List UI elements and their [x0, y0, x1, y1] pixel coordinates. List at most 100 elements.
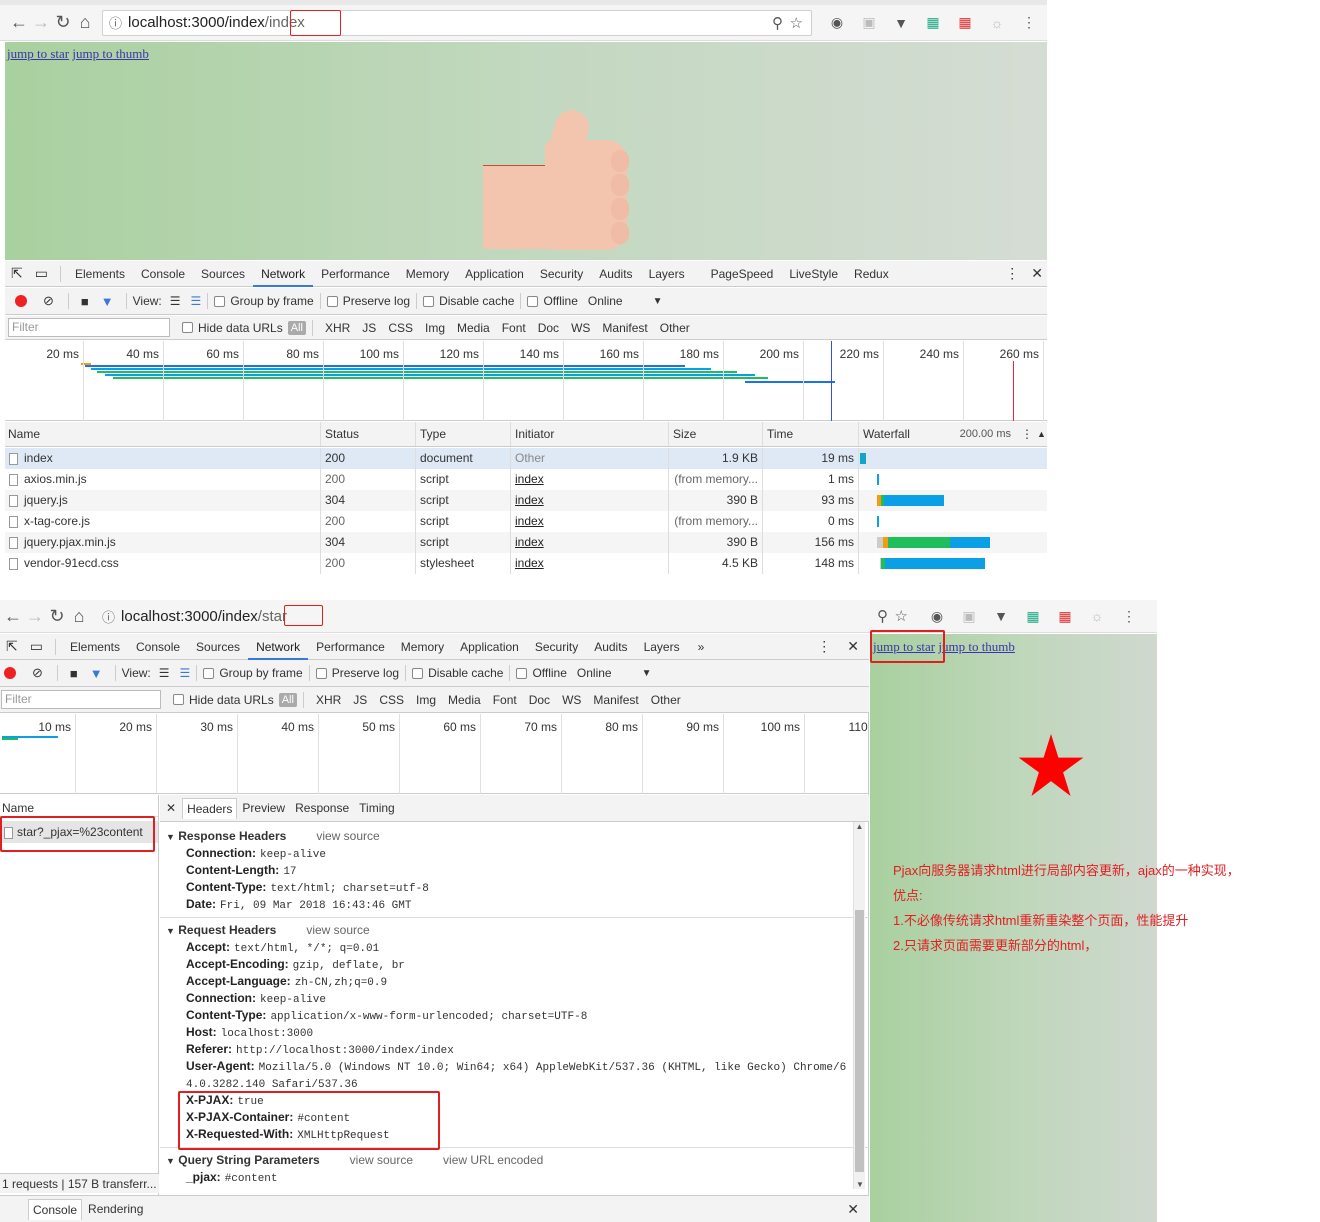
info-icon[interactable]: ⓘ: [109, 13, 122, 32]
throttle-select[interactable]: Online: [588, 294, 623, 308]
hide-data-urls-checkbox[interactable]: [173, 694, 184, 705]
query-string-section[interactable]: ▼ Query String Parameters view source view…: [166, 1152, 869, 1169]
reload-icon[interactable]: ↻: [52, 12, 74, 34]
filter-img[interactable]: Img: [410, 693, 442, 707]
filter-doc[interactable]: Doc: [523, 693, 556, 707]
home-icon[interactable]: ⌂: [68, 605, 90, 627]
close-icon[interactable]: ✕: [847, 1201, 869, 1218]
tab-response[interactable]: Response: [290, 801, 354, 815]
tab-network[interactable]: Network: [248, 634, 309, 660]
tab-sources[interactable]: Sources: [193, 261, 253, 287]
sort-up-icon[interactable]: ▲: [1037, 422, 1046, 446]
filter-js[interactable]: JS: [356, 321, 382, 335]
info-icon[interactable]: ⓘ: [102, 607, 115, 626]
tab-memory[interactable]: Memory: [393, 634, 452, 660]
extension-icon[interactable]: ▦: [956, 14, 974, 32]
col-time[interactable]: Time: [763, 422, 859, 446]
waterfall-view-icon[interactable]: ☰: [191, 294, 202, 308]
list-view-icon[interactable]: ☰: [170, 294, 181, 308]
camera-icon[interactable]: ■: [70, 666, 78, 681]
close-icon[interactable]: ✕: [1027, 265, 1047, 282]
cell-initiator[interactable]: index: [511, 511, 669, 532]
col-size[interactable]: Size: [669, 422, 763, 446]
jump-to-star-link[interactable]: jump to star: [7, 46, 69, 61]
filter-icon[interactable]: ▼: [90, 666, 103, 681]
close-icon[interactable]: ✕: [841, 638, 869, 655]
jump-to-thumb-link[interactable]: jump to thumb: [72, 46, 149, 61]
filter-all[interactable]: All: [287, 320, 306, 335]
col-status[interactable]: Status: [321, 422, 416, 446]
extension-icon[interactable]: ▦: [924, 14, 942, 32]
clear-icon[interactable]: ⊘: [32, 665, 43, 681]
jump-to-thumb-link[interactable]: jump to thumb: [938, 639, 1015, 654]
more-tabs-icon[interactable]: »: [688, 640, 715, 654]
forward-icon[interactable]: →: [30, 12, 52, 34]
record-icon[interactable]: [15, 295, 27, 307]
address-bar[interactable]: ⓘ localhost:3000/index/star ⚲ ☆: [96, 603, 916, 629]
request-headers-section[interactable]: ▼ Request Headers view source: [166, 922, 869, 939]
vue-devtools-icon[interactable]: ▼: [892, 14, 910, 32]
tab-redux[interactable]: Redux: [846, 261, 897, 287]
filter-css[interactable]: CSS: [382, 321, 419, 335]
network-overview[interactable]: 10 ms 20 ms 30 ms 40 ms 50 ms 60 ms 70 ms 80 ms…: [0, 714, 886, 794]
table-row[interactable]: axios.min.js 200 script index (from memory..…: [5, 469, 1047, 490]
tab-elements[interactable]: Elements: [62, 634, 128, 660]
filter-other[interactable]: Other: [654, 321, 696, 335]
tab-audits[interactable]: Audits: [586, 634, 635, 660]
extension-icon[interactable]: ▦: [1056, 607, 1074, 625]
scrollbar-thumb[interactable]: [855, 910, 864, 1172]
bookmark-star-icon[interactable]: ☆: [895, 607, 908, 625]
col-type[interactable]: Type: [416, 422, 511, 446]
view-url-encoded-link[interactable]: view URL encoded: [443, 1153, 543, 1167]
tab-pagespeed[interactable]: PageSpeed: [703, 261, 782, 287]
group-by-frame-checkbox[interactable]: [203, 667, 215, 679]
list-view-icon[interactable]: ☰: [159, 666, 170, 680]
view-source-link[interactable]: view source: [316, 829, 379, 843]
tab-network[interactable]: Network: [253, 261, 314, 287]
extension-icon[interactable]: ◉: [828, 14, 846, 32]
cell-initiator[interactable]: index: [511, 532, 669, 553]
filter-manifest[interactable]: Manifest: [596, 321, 653, 335]
filter-icon[interactable]: ▼: [101, 294, 114, 309]
view-source-link[interactable]: view source: [350, 1153, 413, 1167]
tab-performance[interactable]: Performance: [313, 261, 398, 287]
tab-elements[interactable]: Elements: [67, 261, 133, 287]
menu-dots-icon[interactable]: ⋮: [1020, 14, 1038, 32]
tab-layers[interactable]: Layers: [636, 634, 688, 660]
filter-font[interactable]: Font: [487, 693, 523, 707]
scrollbar[interactable]: ▲ ▼: [853, 822, 865, 1189]
reload-icon[interactable]: ↻: [46, 605, 68, 627]
filter-all[interactable]: All: [278, 692, 297, 707]
close-icon[interactable]: ✕: [160, 801, 182, 815]
tab-rendering-drawer[interactable]: Rendering: [82, 1202, 149, 1216]
tab-console[interactable]: Console: [128, 634, 188, 660]
filter-media[interactable]: Media: [442, 693, 487, 707]
col-name[interactable]: Name: [5, 422, 321, 446]
throttle-select[interactable]: Online: [577, 666, 612, 680]
tab-console-drawer[interactable]: Console: [28, 1198, 83, 1220]
tab-layers[interactable]: Layers: [641, 261, 693, 287]
filter-ws[interactable]: WS: [556, 693, 587, 707]
tab-preview[interactable]: Preview: [237, 801, 290, 815]
col-waterfall[interactable]: Waterfall: [859, 422, 929, 446]
filter-font[interactable]: Font: [496, 321, 532, 335]
filter-js[interactable]: JS: [347, 693, 373, 707]
offline-checkbox[interactable]: [516, 667, 528, 679]
tab-security[interactable]: Security: [532, 261, 591, 287]
back-icon[interactable]: ←: [2, 605, 24, 627]
filter-input[interactable]: Filter: [8, 318, 170, 337]
filter-doc[interactable]: Doc: [532, 321, 565, 335]
name-header[interactable]: Name: [0, 795, 158, 817]
filter-xhr[interactable]: XHR: [310, 693, 347, 707]
clear-icon[interactable]: ⊘: [43, 293, 54, 309]
waterfall-view-icon[interactable]: ☰: [180, 666, 191, 680]
preserve-log-checkbox[interactable]: [326, 295, 338, 307]
hide-data-urls-checkbox[interactable]: [182, 322, 193, 333]
extension-icon[interactable]: ▣: [860, 14, 878, 32]
table-row[interactable]: vendor-91ecd.css 200 stylesheet index 4.5 KB…: [5, 553, 1047, 574]
menu-dots-icon[interactable]: ⋮: [1017, 422, 1037, 446]
filter-ws[interactable]: WS: [565, 321, 596, 335]
address-bar[interactable]: ⓘ localhost:3000/index/index ⚲ ☆: [102, 9, 812, 36]
tab-timing[interactable]: Timing: [354, 801, 400, 815]
tab-audits[interactable]: Audits: [591, 261, 640, 287]
